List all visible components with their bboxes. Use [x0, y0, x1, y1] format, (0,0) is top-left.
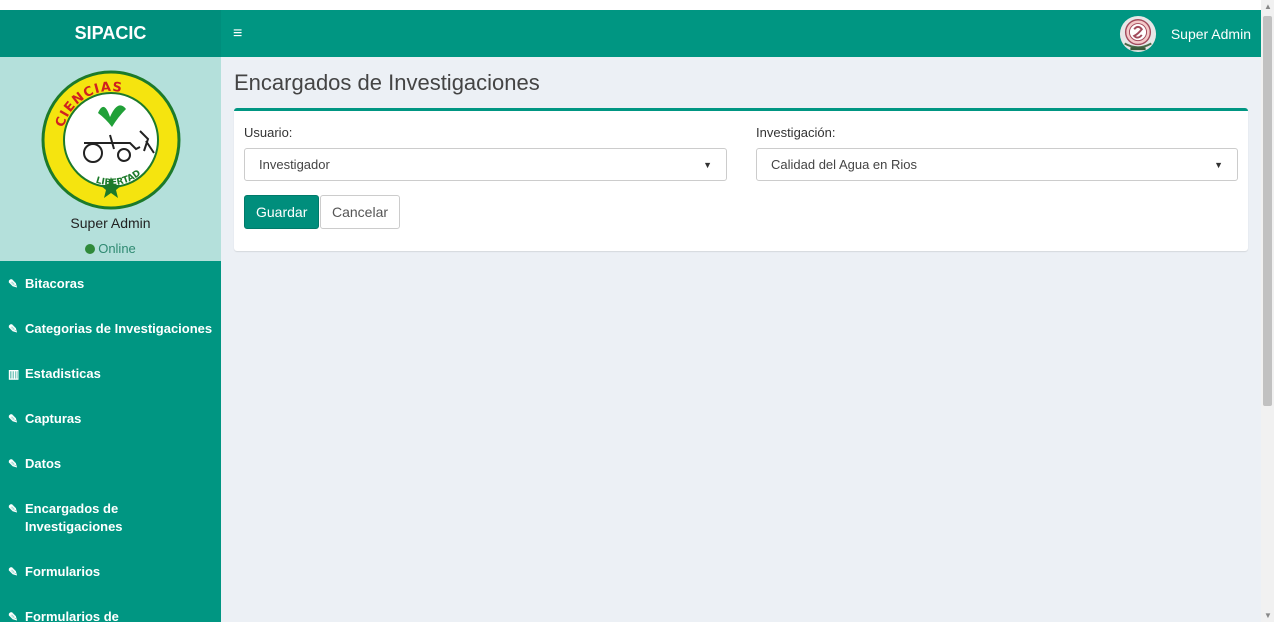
user-status-label: Online [98, 241, 136, 256]
scrollbar-thumb[interactable] [1263, 16, 1272, 406]
sidebar-item-label: Estadisticas [25, 366, 101, 381]
chevron-down-icon: ▼ [703, 159, 712, 170]
chevron-down-icon: ▼ [1214, 159, 1223, 170]
page-scrollbar[interactable]: ▲ ▼ [1261, 0, 1274, 622]
sidebar-item-formularios[interactable]: ✎ Formularios [0, 549, 221, 594]
sidebar-item-label: Formularios de [25, 609, 119, 622]
usuario-select[interactable]: Investigador ▼ [244, 148, 727, 181]
bar-chart-icon: ▥ [8, 367, 20, 381]
edit-icon: ✎ [8, 277, 19, 291]
sidebar-item-formularios-de[interactable]: ✎ Formularios de [0, 594, 221, 622]
user-avatar-small [1119, 15, 1156, 52]
sidebar-item-label: Datos [25, 456, 62, 471]
usuario-select-value: Investigador [259, 157, 330, 172]
app-root: SIPACIC ≡ Super Admin CIENCIAS LIBERTAD … [0, 0, 1274, 622]
user-panel: CIENCIAS LIBERTAD Super Admin Online [0, 57, 221, 261]
page-title: Encargados de Investigaciones [234, 70, 540, 95]
scroll-up-icon[interactable]: ▲ [1264, 2, 1272, 11]
sidebar-item-capturas[interactable]: ✎ Capturas [0, 396, 221, 441]
faculty-logo: CIENCIAS LIBERTAD [41, 70, 180, 210]
sidebar-item-estadisticas[interactable]: ▥ Estadisticas [0, 351, 221, 396]
usuario-label: Usuario: [244, 125, 293, 140]
sidebar-item-label: Bitacoras [25, 276, 85, 291]
user-menu[interactable]: Super Admin [1119, 15, 1251, 53]
sidebar-user-name: Super Admin [70, 215, 151, 231]
sidebar-menu: ✎ Bitacoras ✎ Categorias de Investigacione… [0, 261, 221, 622]
sidebar-item-label: Categorias de Investigaciones [25, 321, 213, 336]
save-button[interactable]: Guardar [244, 195, 320, 229]
edit-icon: ✎ [8, 610, 19, 622]
sidebar: CIENCIAS LIBERTAD Super Admin Online ✎ B… [0, 57, 221, 622]
edit-icon: ✎ [8, 457, 19, 471]
sidebar-item-label: Formularios [25, 564, 101, 579]
sidebar-item-label: Encargados de Investigaciones [25, 501, 123, 534]
sidebar-item-bitacoras[interactable]: ✎ Bitacoras [0, 261, 221, 306]
main-content: Encargados de Investigaciones Usuario: I… [221, 57, 1261, 622]
edit-icon: ✎ [8, 502, 19, 516]
sidebar-item-categorias[interactable]: ✎ Categorias de Investigaciones [0, 306, 221, 351]
investigacion-select[interactable]: Calidad del Agua en Rios ▼ [756, 148, 1238, 181]
brand-logo[interactable]: SIPACIC [0, 10, 221, 57]
scroll-down-icon[interactable]: ▼ [1264, 611, 1272, 620]
edit-icon: ✎ [8, 412, 19, 426]
cancel-button[interactable]: Cancelar [320, 195, 401, 229]
sidebar-item-datos[interactable]: ✎ Datos [0, 441, 221, 486]
form-box: Usuario: Investigador ▼ Investigación: C… [234, 108, 1248, 251]
sidebar-item-label: Capturas [25, 411, 82, 426]
online-dot-icon [85, 243, 96, 254]
edit-icon: ✎ [8, 322, 19, 336]
user-status: Online [85, 241, 136, 256]
sidebar-item-encargados[interactable]: ✎ Encargados de Investigaciones [0, 486, 221, 549]
user-menu-name: Super Admin [1170, 25, 1251, 42]
menu-toggle-icon[interactable]: ≡ [233, 25, 242, 43]
top-navbar: ≡ Super Admin [221, 10, 1261, 57]
investigacion-select-value: Calidad del Agua en Rios [771, 157, 917, 172]
investigacion-label: Investigación: [756, 125, 836, 140]
edit-icon: ✎ [8, 565, 19, 579]
